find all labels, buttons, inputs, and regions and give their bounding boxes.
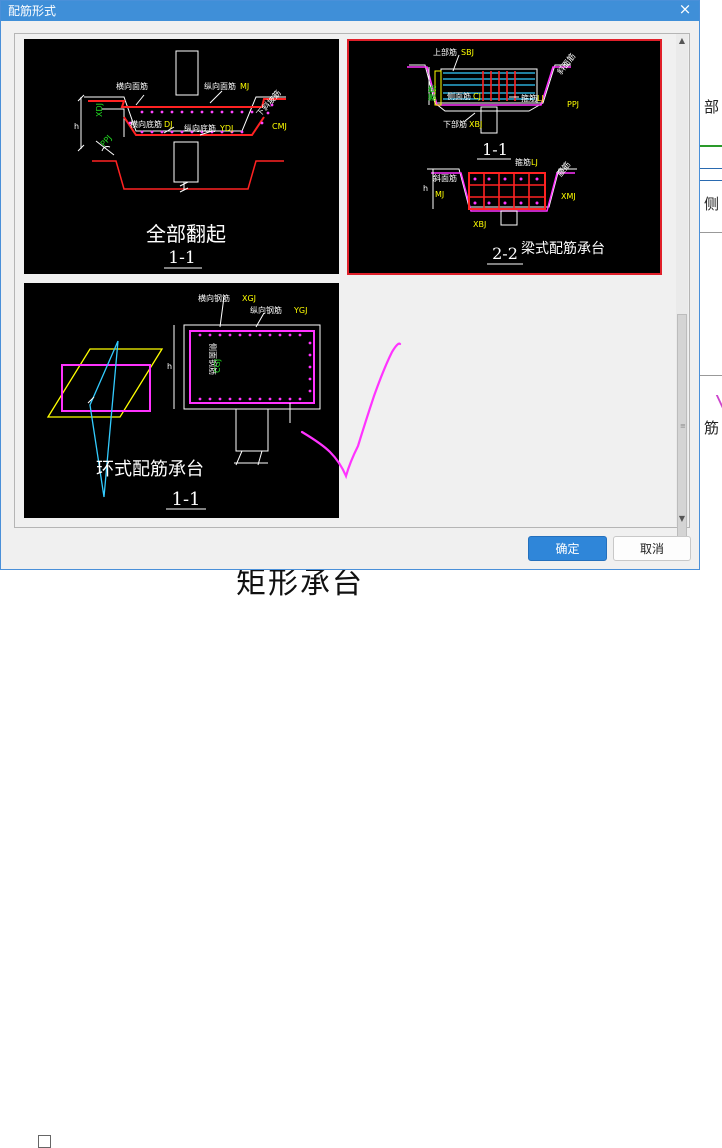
background-text: 部 — [704, 98, 720, 116]
thumbnail-beam-pile-cap[interactable]: 上部筋 SBJ 侧面筋 CJ 箍筋 LJ 下部筋 XBJ 斜面筋 PPJ 腰筋 … — [347, 39, 662, 275]
all-bent-up-drawing: 横向面筋 纵向面筋 MJ 横向底筋 DJ 纵向底筋 YDJ 下斜坡筋 CMJ X… — [74, 50, 287, 269]
scrollbar-thumb[interactable]: ≡ — [677, 314, 687, 542]
label-transverse-bottom: 横向底筋 — [130, 119, 162, 129]
code-xbj: XBJ — [469, 120, 482, 129]
thumbnail-ring-pile-cap[interactable]: 横向钢筋 XGJ 纵向钢筋 YGJ 侧面钢筋 CGJ h 环式配筋承台 1-1 — [24, 283, 339, 518]
code-dj: DJ — [164, 120, 173, 129]
background-line — [700, 375, 722, 376]
code-h-lower: h — [423, 184, 428, 193]
label-stirrup-lower: 箍筋 — [515, 157, 531, 167]
label-stirrup: 箍筋 — [521, 93, 537, 103]
code-ppj: PPJ — [99, 133, 114, 148]
code-ppj: PPJ — [567, 100, 579, 109]
code-sbj: SBJ — [461, 48, 474, 57]
ok-button[interactable]: 确定 — [528, 536, 607, 561]
close-icon[interactable]: × — [677, 0, 693, 20]
label-longitudinal: 纵向钢筋 — [250, 305, 282, 315]
label-top-bar: 上部筋 — [433, 47, 457, 57]
cancel-button[interactable]: 取消 — [613, 536, 691, 561]
code-xbj-lower: XBJ — [473, 220, 486, 229]
thumbnail-all-bent-up[interactable]: 横向面筋 纵向面筋 MJ 横向底筋 DJ 纵向底筋 YDJ 下斜坡筋 CMJ X… — [24, 39, 339, 274]
section-label: 1-1 — [168, 248, 195, 268]
label-longitudinal-face: 纵向面筋 — [204, 81, 236, 91]
label-slope: 斜面筋 — [555, 51, 578, 76]
background-line — [700, 180, 722, 181]
background-line — [700, 168, 722, 169]
background-text: 筋 — [704, 419, 720, 437]
label-slope-lower: 斜面筋 — [433, 173, 457, 183]
code-mj: MJ — [240, 82, 249, 91]
reinforcement-form-dialog: 配筋形式 × 横向面筋 纵向面筋 MJ 横向底筋 DJ 纵向底筋 YDJ 下斜坡… — [0, 0, 700, 570]
code-ydj: YDJ — [219, 124, 233, 133]
background-text: 侧 — [704, 195, 720, 213]
background-line — [700, 232, 722, 233]
code-mj-lower: MJ — [435, 190, 444, 199]
code-lj-lower: LJ — [531, 158, 538, 167]
code-xgj: XGJ — [242, 294, 256, 303]
section-label: 1-1 — [172, 489, 201, 510]
code-xmj: XMJ — [561, 192, 576, 201]
label-longitudinal-bottom: 纵向底筋 — [184, 123, 216, 133]
thumbnail-caption: 环式配筋承台 — [96, 459, 204, 480]
background-line — [700, 145, 722, 147]
code-cgj: CGJ — [213, 359, 222, 373]
thumbnail-scrollbar[interactable]: ▲ ≡ ▼ — [676, 34, 688, 542]
label-transverse: 横向钢筋 — [198, 293, 230, 303]
thumbnail-caption: 梁式配筋承台 — [521, 240, 605, 257]
background-app-right: 部 侧 筋 — [700, 0, 722, 584]
scroll-up-icon[interactable]: ▲ — [676, 34, 688, 48]
label-transverse-face: 横向面筋 — [116, 81, 148, 91]
dialog-titlebar[interactable]: 配筋形式 × — [1, 0, 699, 21]
code-cmj: CMJ — [272, 122, 287, 131]
section-label-2: 2-2 — [492, 244, 518, 263]
beam-pile-cap-drawing: 上部筋 SBJ 侧面筋 CJ 箍筋 LJ 下部筋 XBJ 斜面筋 PPJ 腰筋 … — [407, 47, 605, 265]
thumbnail-caption: 全部翻起 — [146, 222, 226, 246]
code-xdj: XDJ — [95, 103, 104, 117]
ring-pile-cap-drawing: 横向钢筋 XGJ 纵向钢筋 YGJ 侧面钢筋 CGJ h 环式配筋承台 1-1 — [46, 293, 321, 510]
label-bottom-bar: 下部筋 — [443, 119, 467, 129]
background-line — [701, 395, 722, 413]
dialog-title: 配筋形式 — [8, 4, 57, 18]
code-h: h — [167, 362, 172, 371]
code-lj-upper: LJ — [537, 94, 544, 103]
code-h: h — [74, 122, 79, 131]
label-waist-bar: 腰筋 — [427, 85, 437, 101]
section-label-1: 1-1 — [482, 140, 508, 159]
label-side-bar: 侧面筋 — [447, 91, 471, 101]
scroll-down-icon[interactable]: ▼ — [676, 512, 688, 526]
background-checkbox[interactable] — [38, 1135, 51, 1148]
grip-icon: ≡ — [680, 422, 686, 430]
code-cj: CJ — [473, 92, 481, 101]
code-ygj: YGJ — [293, 306, 307, 315]
